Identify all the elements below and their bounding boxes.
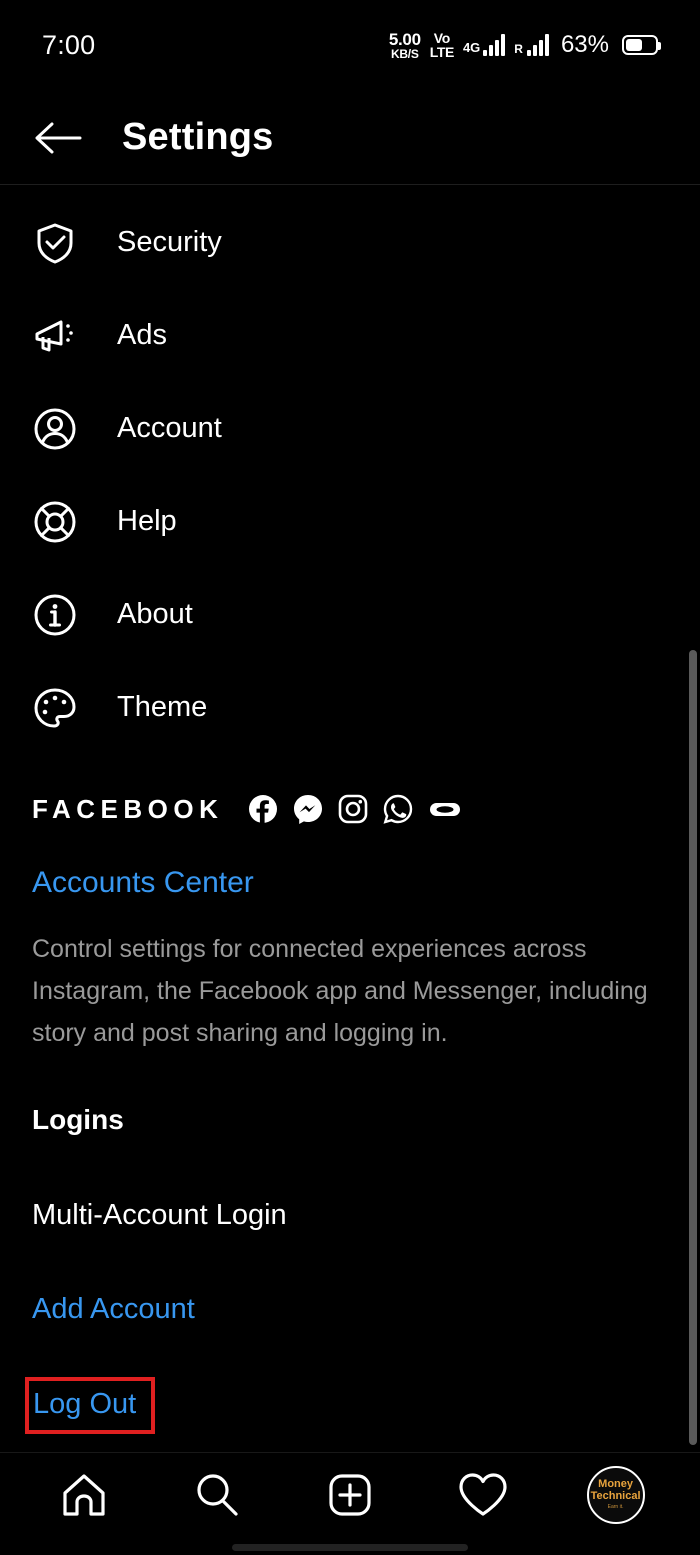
logins-section-title: Logins bbox=[32, 1104, 124, 1135]
network-type-label: 4G bbox=[462, 40, 481, 55]
menu-item-ads[interactable]: Ads bbox=[0, 289, 700, 382]
bottom-navigation: Money Technical Earn it. bbox=[0, 1452, 700, 1537]
page-title: Settings bbox=[122, 116, 274, 158]
scrollbar[interactable] bbox=[689, 650, 697, 1445]
volte-line2: LTE bbox=[429, 44, 455, 60]
header-divider bbox=[0, 184, 700, 185]
add-account-link[interactable]: Add Account bbox=[32, 1293, 195, 1326]
plus-square-icon bbox=[329, 1473, 371, 1516]
menu-item-label: About bbox=[117, 598, 193, 630]
signal-bars-icon bbox=[483, 34, 506, 56]
status-time: 7:00 bbox=[42, 29, 96, 60]
menu-item-label: Security bbox=[117, 226, 222, 258]
info-circle-icon bbox=[32, 592, 78, 638]
battery-percent: 63% bbox=[560, 31, 609, 58]
menu-item-label: Account bbox=[117, 412, 222, 444]
back-button[interactable] bbox=[32, 112, 84, 164]
nav-activity-button[interactable] bbox=[438, 1460, 528, 1530]
home-indicator bbox=[232, 1544, 468, 1551]
accounts-center-link[interactable]: Accounts Center bbox=[32, 866, 668, 900]
menu-item-security[interactable]: Security bbox=[0, 196, 700, 289]
network-speed-indicator: 5.00 KB/S bbox=[389, 31, 421, 60]
avatar-line2: Technical bbox=[590, 1490, 641, 1502]
instagram-icon bbox=[339, 794, 368, 824]
messenger-icon bbox=[294, 795, 323, 824]
log-out-link[interactable]: Log Out bbox=[33, 1388, 136, 1421]
network-speed-value: 5.00 bbox=[388, 29, 421, 49]
lifebuoy-icon bbox=[32, 499, 78, 545]
multi-account-login-item[interactable]: Multi-Account Login bbox=[32, 1199, 287, 1232]
search-icon bbox=[197, 1473, 238, 1516]
avatar-line3: Earn it. bbox=[607, 1503, 624, 1510]
palette-icon bbox=[32, 685, 78, 731]
status-indicators: 5.00 KB/S Vo LTE 4G R 63% bbox=[389, 30, 661, 60]
nav-home-button[interactable] bbox=[39, 1460, 129, 1530]
signal-bars-icon-2 bbox=[526, 34, 549, 56]
nav-create-button[interactable] bbox=[305, 1460, 395, 1530]
volte-line1: Vo bbox=[433, 30, 450, 46]
volte-icon: Vo LTE bbox=[429, 30, 455, 60]
phone-screen: 7:00 5.00 KB/S Vo LTE 4G R 63% Settings … bbox=[0, 0, 700, 1555]
megaphone-icon bbox=[32, 313, 78, 359]
facebook-app-icons bbox=[248, 794, 462, 824]
avatar: Money Technical Earn it. bbox=[586, 1465, 645, 1524]
roaming-label: R bbox=[514, 42, 523, 56]
menu-item-label: Theme bbox=[117, 691, 208, 723]
oculus-icon bbox=[430, 803, 461, 816]
menu-item-account[interactable]: Account bbox=[0, 382, 700, 475]
network-speed-unit: KB/S bbox=[391, 46, 419, 61]
home-icon bbox=[63, 1473, 105, 1516]
battery-icon bbox=[622, 35, 661, 55]
facebook-description: Control settings for connected experienc… bbox=[32, 935, 648, 1047]
arrow-left-icon bbox=[35, 122, 82, 153]
menu-item-help[interactable]: Help bbox=[0, 475, 700, 568]
person-circle-icon bbox=[32, 406, 78, 452]
nav-search-button[interactable] bbox=[172, 1460, 262, 1530]
menu-item-label: Help bbox=[117, 505, 177, 537]
facebook-wordmark: FACEBOOK bbox=[32, 793, 224, 824]
facebook-icon bbox=[249, 795, 278, 823]
status-bar: 7:00 5.00 KB/S Vo LTE 4G R 63% bbox=[0, 0, 700, 90]
menu-item-theme[interactable]: Theme bbox=[0, 661, 700, 754]
heart-icon bbox=[459, 1472, 507, 1516]
shield-check-icon bbox=[32, 220, 78, 266]
facebook-section: FACEBOOK Accounts Center Control setting… bbox=[0, 786, 700, 1054]
signal-sim1: 4G bbox=[462, 34, 506, 56]
facebook-brand-row: FACEBOOK bbox=[32, 786, 668, 832]
signal-sim2: R bbox=[514, 34, 549, 56]
settings-menu: Security Ads Account Help About Theme bbox=[0, 196, 700, 754]
menu-item-about[interactable]: About bbox=[0, 568, 700, 661]
nav-profile-button[interactable]: Money Technical Earn it. bbox=[571, 1460, 661, 1530]
page-header: Settings bbox=[0, 90, 700, 185]
menu-item-label: Ads bbox=[117, 319, 167, 351]
whatsapp-icon bbox=[383, 794, 413, 824]
